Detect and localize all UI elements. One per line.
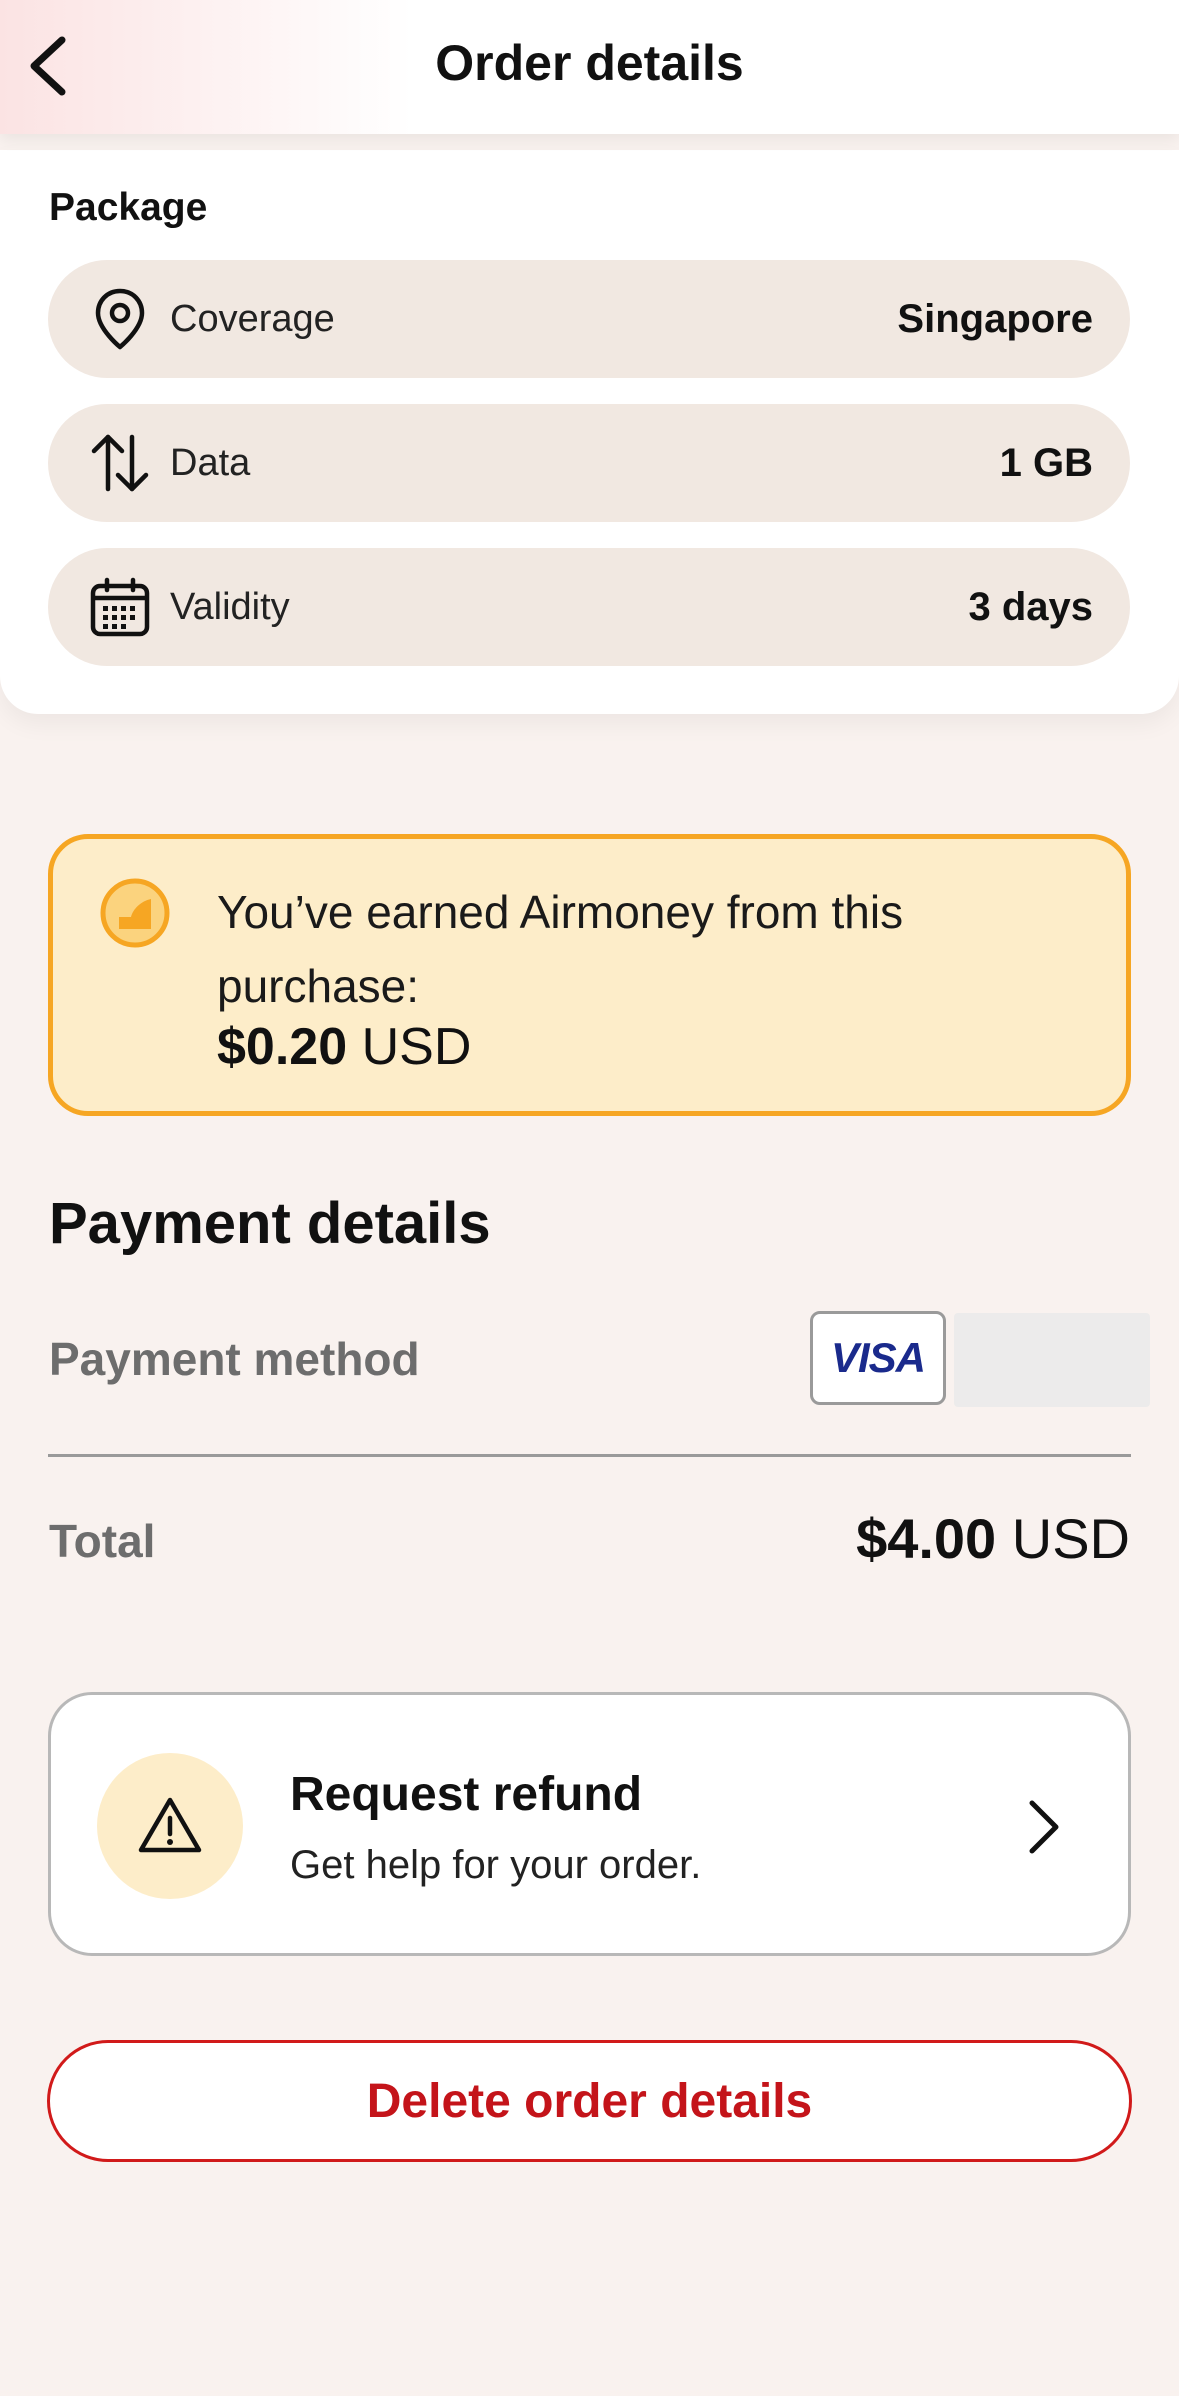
page-title: Order details: [435, 35, 744, 91]
refund-subtitle: Get help for your order.: [290, 1843, 702, 1887]
airmoney-banner: You’ve earned Airmoney from this purchas…: [48, 834, 1131, 1116]
chevron-right-icon: [1018, 1795, 1068, 1859]
top-bar: Order details: [0, 0, 1179, 134]
data-label: Data: [170, 441, 251, 484]
coverage-label: Coverage: [170, 297, 335, 340]
validity-row: Validity 3 days: [48, 548, 1130, 666]
total-value: $4.00 USD: [856, 1506, 1130, 1571]
airmoney-message: You’ve earned Airmoney from this purchas…: [217, 886, 904, 1012]
visa-card-badge: VISA: [810, 1311, 946, 1405]
warning-triangle-icon: [97, 1753, 243, 1899]
validity-label: Validity: [170, 585, 290, 628]
validity-value: 3 days: [968, 584, 1093, 629]
data-row: Data 1 GB: [48, 404, 1130, 522]
location-pin-icon: [86, 285, 154, 353]
total-label: Total: [49, 1515, 156, 1567]
total-currency: USD: [1011, 1507, 1130, 1570]
airmoney-currency: USD: [361, 1018, 472, 1076]
up-down-arrows-icon: [86, 429, 154, 497]
order-details-screen: Order details Package Coverage Singapore: [0, 0, 1179, 2396]
coverage-value: Singapore: [897, 296, 1093, 341]
airmoney-amount-value: $0.20: [217, 1018, 348, 1076]
request-refund-card[interactable]: Request refund Get help for your order.: [48, 1692, 1131, 1956]
refund-title: Request refund: [290, 1768, 643, 1821]
package-section-title: Package: [49, 186, 208, 229]
airmoney-amount: $0.20 USD: [217, 1017, 471, 1077]
delete-order-details-button[interactable]: Delete order details: [47, 2040, 1132, 2162]
package-card: Package Coverage Singapore Data 1 GB Val…: [0, 150, 1179, 714]
coverage-row: Coverage Singapore: [48, 260, 1130, 378]
card-number-redacted: [954, 1313, 1150, 1407]
payment-section-title: Payment details: [49, 1191, 491, 1256]
divider: [48, 1454, 1131, 1457]
payment-method-label: Payment method: [49, 1333, 420, 1385]
total-amount: $4.00: [856, 1507, 997, 1570]
airmoney-coin-icon: [99, 877, 171, 949]
calendar-icon: [86, 573, 154, 641]
data-value: 1 GB: [999, 440, 1093, 485]
